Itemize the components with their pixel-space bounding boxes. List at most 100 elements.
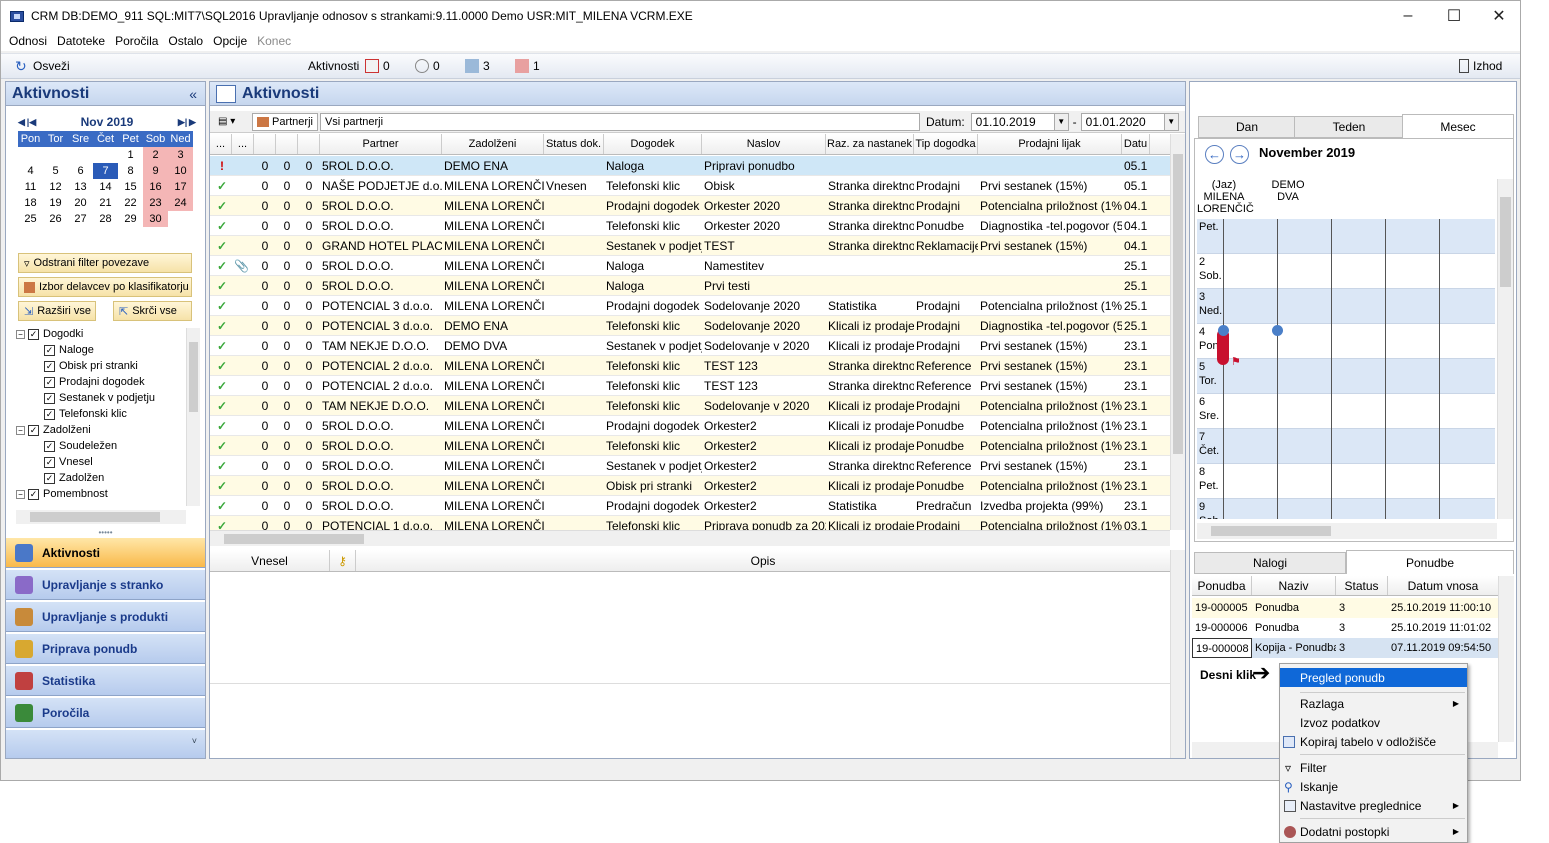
calendar-day[interactable]: 14	[93, 179, 118, 195]
month-vscrollbar[interactable]	[1497, 179, 1513, 519]
menu-datoteke[interactable]: Datoteke	[52, 34, 110, 48]
table-row[interactable]: ✓ 0 0 0 5ROL D.O.O. MILENA LORENČIČ Telefonski…	[210, 216, 1170, 236]
detail-col-vnesel[interactable]: Vnesel	[210, 550, 330, 571]
calendar-day[interactable]: 20	[68, 195, 93, 211]
day-row[interactable]: 6 Sre.	[1197, 394, 1495, 429]
calendar-day[interactable]: 22	[118, 195, 143, 211]
grid-col-header[interactable]: Prodajni lijak	[978, 134, 1122, 154]
list-options-icon[interactable]: ▤ ▾	[210, 116, 242, 127]
checkbox[interactable]: ✓	[44, 392, 55, 404]
checkbox[interactable]: ✓	[28, 488, 39, 500]
calendar-day[interactable]: 23	[143, 195, 168, 211]
table-row[interactable]: ! 0 0 0 5ROL D.O.O. DEMO ENA Naloga Pripravi po…	[210, 156, 1170, 176]
calendar-day[interactable]: 16	[143, 179, 168, 195]
nav-priprava-ponudb[interactable]: Priprava ponudb	[6, 633, 205, 664]
table-row[interactable]: ✓ 0 0 0 POTENCIAL 3 d.o.o. MILENA LORENČIČ Pro…	[210, 296, 1170, 316]
menu-razlaga[interactable]: Razlaga ▶	[1280, 694, 1467, 713]
nav-upravljanje-s-produkti[interactable]: Upravljanje s produkti	[6, 601, 205, 632]
detail-col-opis[interactable]: Opis	[356, 550, 1170, 571]
grid-vscrollbar[interactable]	[1170, 134, 1185, 530]
tree-node[interactable]: ✓ Naloge	[16, 342, 192, 358]
calendar-day[interactable]: 28	[93, 211, 118, 227]
checkbox[interactable]: ✓	[44, 456, 55, 468]
menu-nastavitve[interactable]: Nastavitve preglednice ▶	[1280, 796, 1467, 815]
nav-menu-chevron-icon[interactable]: ˅	[192, 736, 197, 746]
day-row[interactable]: 3 Ned.	[1197, 289, 1495, 324]
tree-node[interactable]: ✓ Prodajni dogodek	[16, 374, 192, 390]
offers-col-datum[interactable]: Datum vnosa	[1388, 576, 1498, 595]
table-row[interactable]: ✓ 0 0 0 POTENCIAL 1 d.o.o. MILENA LORENČIČ Tel…	[210, 516, 1170, 530]
tree-node[interactable]: ✓ Vnesel	[16, 454, 192, 470]
tree-node[interactable]: ✓ Sestanek v podjetju	[16, 390, 192, 406]
month-hscrollbar[interactable]	[1197, 523, 1497, 539]
calendar-day[interactable]: 2	[143, 147, 168, 163]
grid-col-header[interactable]: Datu	[1122, 134, 1150, 154]
tree-node[interactable]: − ✓ Zadolženi	[16, 422, 192, 438]
calendar-day[interactable]: 9	[143, 163, 168, 179]
next-icon[interactable]: →	[1230, 145, 1249, 164]
menu-opcije[interactable]: Opcije	[208, 34, 252, 48]
table-row[interactable]: ✓ 0 0 0 POTENCIAL 2 d.o.o. MILENA LORENČIČ Tel…	[210, 376, 1170, 396]
grid-col-header[interactable]	[254, 134, 276, 154]
menu-kopiraj-tabelo[interactable]: Kopiraj tabelo v odložišče	[1280, 732, 1467, 751]
menu-dodatni-postopki[interactable]: Dodatni postopki ▶	[1280, 822, 1467, 841]
menu-odnosi[interactable]: Odnosi	[4, 34, 52, 48]
tree-node[interactable]: ✓ Zadolžen	[16, 470, 192, 486]
table-row[interactable]: ✓ 0 0 0 GRAND HOTEL PLACE MILENA LORENČIČ Sest…	[210, 236, 1170, 256]
checkbox[interactable]: ✓	[44, 440, 55, 452]
checkbox[interactable]: ✓	[44, 344, 55, 356]
date-to-field[interactable]: 01.01.2020 ▼	[1080, 112, 1179, 131]
menu-filter[interactable]: ▿ Filter	[1280, 758, 1467, 777]
event-dot[interactable]	[1218, 325, 1229, 336]
maximize-button[interactable]: ☐	[1431, 1, 1477, 31]
calendar-month[interactable]: Nov 2019	[81, 115, 134, 129]
event-dot[interactable]	[1272, 325, 1283, 336]
calendar-day[interactable]: 24	[168, 195, 193, 211]
grid-col-header[interactable]: Raz. za nastanek	[826, 134, 914, 154]
calendar-day[interactable]: 15	[118, 179, 143, 195]
partners-button[interactable]: Partnerji	[252, 112, 318, 131]
counter-clock[interactable]: 0	[415, 59, 440, 73]
calendar-day[interactable]: 13	[68, 179, 93, 195]
calendar-day[interactable]: 30	[143, 211, 168, 227]
menu-ostalo[interactable]: Ostalo	[163, 34, 208, 48]
remove-filter-button[interactable]: ▿ Odstrani filter povezave	[18, 253, 192, 273]
calendar-day[interactable]: 7	[93, 163, 118, 179]
counter-calls[interactable]: 3	[465, 59, 490, 73]
menu-izvoz-podatkov[interactable]: Izvoz podatkov	[1280, 713, 1467, 732]
grid-col-header[interactable]: ...	[232, 134, 254, 154]
tab-ponudbe[interactable]: Ponudbe	[1346, 550, 1514, 574]
minimize-button[interactable]: –	[1385, 1, 1431, 31]
calendar-day[interactable]: 4	[18, 163, 43, 179]
offers-vscrollbar[interactable]	[1498, 576, 1514, 742]
menu-iskanje[interactable]: ⚲ Iskanje	[1280, 777, 1467, 796]
calendar-day[interactable]: 12	[43, 179, 68, 195]
table-row[interactable]: ✓ 0 0 0 TAM NEKJE D.O.O. MILENA LORENČIČ Telef…	[210, 396, 1170, 416]
checkbox[interactable]: ✓	[44, 408, 55, 420]
offer-row[interactable]: 19-000008 Kopija - Ponudba 3 07.11.2019 09:…	[1192, 638, 1498, 658]
day-row[interactable]: 2 Sob.	[1197, 254, 1495, 289]
calendar-day[interactable]: 21	[93, 195, 118, 211]
partners-field[interactable]: Vsi partnerji	[319, 112, 920, 131]
calendar-day[interactable]: 11	[18, 179, 43, 195]
table-row[interactable]: ✓ 0 0 0 5ROL D.O.O. MILENA LORENČIČ Telefonski…	[210, 436, 1170, 456]
tab-mesec[interactable]: Mesec	[1402, 114, 1514, 138]
expand-all-button[interactable]: ⇲ Razširi vse	[18, 301, 96, 321]
day-row[interactable]: 9 Sob.	[1197, 499, 1495, 519]
splitter-grip[interactable]: •••••	[6, 529, 205, 537]
nav-statistika[interactable]: Statistika	[6, 665, 205, 696]
calendar-day[interactable]: 8	[118, 163, 143, 179]
workers-classifier-button[interactable]: Izbor delavcev po klasifikatorju	[18, 277, 192, 297]
tree-node[interactable]: ✓ Telefonski klic	[16, 406, 192, 422]
table-row[interactable]: ✓ 0 0 0 5ROL D.O.O. MILENA LORENČIČ Obisk pri …	[210, 476, 1170, 496]
checkbox[interactable]: ✓	[44, 360, 55, 372]
table-row[interactable]: ✓ 0 0 0 TAM NEKJE D.O.O. DEMO DVA Sestanek v p…	[210, 336, 1170, 356]
table-row[interactable]: ✓ 0 0 0 NAŠE PODJETJE d.o.o. MILENA LORENČIČ V…	[210, 176, 1170, 196]
tree-node[interactable]: − ✓ Dogodki	[16, 326, 192, 342]
calendar-day[interactable]: 26	[43, 211, 68, 227]
table-row[interactable]: ✓ 📎 0 0 0 5ROL D.O.O. MILENA LORENČIČ Naloga Nam…	[210, 256, 1170, 276]
table-row[interactable]: ✓ 0 0 0 POTENCIAL 2 d.o.o. MILENA LORENČIČ Tel…	[210, 356, 1170, 376]
table-row[interactable]: ✓ 0 0 0 5ROL D.O.O. MILENA LORENČIČ Prodajni d…	[210, 196, 1170, 216]
table-row[interactable]: ✓ 0 0 0 5ROL D.O.O. MILENA LORENČIČ Sestanek v…	[210, 456, 1170, 476]
exit-button[interactable]: Izhod	[1459, 59, 1502, 73]
